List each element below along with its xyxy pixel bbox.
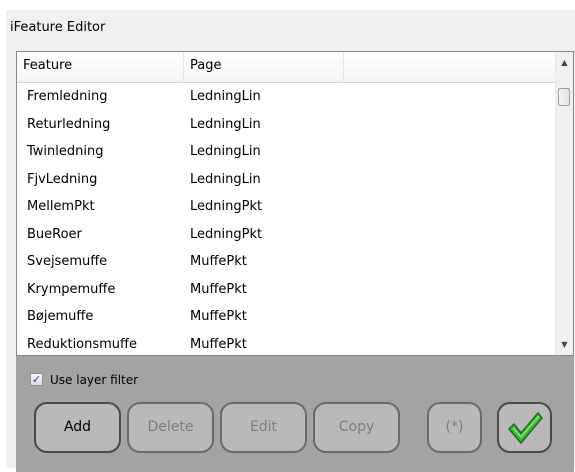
- page-cell: LedningPkt: [190, 199, 263, 214]
- page-cell: MuffePkt: [190, 281, 247, 297]
- feature-cell: Twinledning: [27, 144, 104, 159]
- page-cell: LedningLin: [190, 144, 261, 159]
- page-cell: MuffePkt: [190, 309, 247, 324]
- column-header-page[interactable]: Page: [184, 52, 344, 82]
- add-button[interactable]: Add: [34, 402, 121, 453]
- list-row[interactable]: MellemPkt LedningPkt: [17, 193, 556, 221]
- page-cell: LedningLin: [190, 116, 261, 132]
- list-row[interactable]: Bøjemuffe MuffePkt: [17, 303, 556, 331]
- feature-cell: MellemPkt: [27, 199, 95, 214]
- wildcard-button[interactable]: (*): [427, 402, 482, 453]
- list-row[interactable]: Reduktionsmuffe MuffePkt: [17, 331, 556, 356]
- feature-cell: Returledning: [27, 116, 111, 132]
- action-panel: ✓ Use layer filter Add Delete Edit Copy …: [16, 356, 574, 472]
- feature-cell: Fremledning: [27, 89, 108, 104]
- list-row[interactable]: FjvLedning LedningLin: [17, 166, 556, 194]
- green-checkmark-icon: [507, 412, 543, 444]
- list-rows: Fremledning LedningLin Returledning Ledn…: [17, 83, 556, 356]
- list-row[interactable]: Returledning LedningLin: [17, 111, 556, 139]
- up-arrow-icon[interactable]: ▲: [556, 54, 573, 71]
- scrollbar-thumb[interactable]: [558, 88, 570, 106]
- list-row[interactable]: Svejsemuffe MuffePkt: [17, 248, 556, 276]
- delete-button[interactable]: Delete: [127, 402, 214, 453]
- checkmark-icon: ✓: [31, 373, 42, 386]
- down-arrow-icon[interactable]: ▼: [556, 336, 573, 353]
- feature-cell: Svejsemuffe: [27, 254, 108, 269]
- feature-cell: Bøjemuffe: [27, 309, 94, 324]
- edit-button[interactable]: Edit: [220, 402, 307, 453]
- feature-cell: Krympemuffe: [27, 281, 116, 297]
- feature-cell: Reduktionsmuffe: [27, 336, 137, 352]
- page-cell: MuffePkt: [190, 254, 247, 269]
- feature-cell: BueRoer: [27, 226, 82, 242]
- layer-filter-label: Use layer filter: [50, 373, 139, 387]
- list-row[interactable]: Krympemuffe MuffePkt: [17, 276, 556, 304]
- feature-cell: FjvLedning: [27, 171, 98, 187]
- list-row[interactable]: BueRoer LedningPkt: [17, 221, 556, 249]
- layer-filter-checkbox[interactable]: ✓: [30, 373, 43, 386]
- list-row[interactable]: Fremledning LedningLin: [17, 83, 556, 111]
- confirm-button[interactable]: [497, 402, 552, 453]
- page-cell: LedningLin: [190, 171, 261, 187]
- page-cell: MuffePkt: [190, 336, 247, 352]
- feature-editor-window: iFeature Editor Feature Page Fremledning…: [6, 10, 575, 472]
- column-header-filler: [344, 52, 556, 82]
- feature-list[interactable]: Feature Page Fremledning LedningLin Retu…: [16, 51, 574, 356]
- column-header-feature[interactable]: Feature: [17, 52, 184, 82]
- page-cell: LedningPkt: [190, 226, 263, 242]
- window-title: iFeature Editor: [10, 20, 106, 35]
- page-cell: LedningLin: [190, 89, 261, 104]
- list-header: Feature Page: [17, 52, 556, 83]
- vertical-scrollbar[interactable]: ▲ ▼: [555, 52, 573, 355]
- copy-button[interactable]: Copy: [313, 402, 400, 453]
- list-row[interactable]: Twinledning LedningLin: [17, 138, 556, 166]
